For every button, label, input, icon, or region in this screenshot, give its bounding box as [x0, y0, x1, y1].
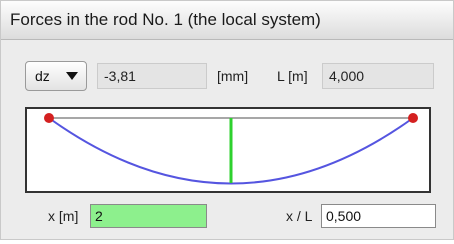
x-position-label: x [m]	[48, 208, 79, 224]
unit-label: [mm]	[217, 68, 249, 84]
length-label: L [m]	[277, 68, 308, 84]
x-position-input[interactable]: 2	[90, 204, 207, 228]
length-value-field: 4,000	[322, 63, 434, 89]
deflection-diagram[interactable]	[25, 107, 431, 193]
diagram-canvas	[44, 113, 418, 185]
panel-title: Forces in the rod No. 1 (the local syste…	[10, 10, 321, 29]
dropdown-arrow-icon	[66, 72, 78, 80]
rod-forces-panel: Forces in the rod No. 1 (the local syste…	[0, 0, 454, 240]
component-select-value: dz	[35, 68, 50, 84]
rod-start-node	[44, 113, 54, 123]
deflection-value-field: -3,81	[97, 63, 207, 89]
title-bar: Forces in the rod No. 1 (the local syste…	[1, 1, 453, 40]
component-dropdown[interactable]: dz	[25, 61, 87, 91]
rod-end-node	[408, 113, 418, 123]
x-ratio-label: x / L	[286, 208, 313, 224]
x-ratio-input[interactable]: 0,500	[321, 204, 436, 228]
